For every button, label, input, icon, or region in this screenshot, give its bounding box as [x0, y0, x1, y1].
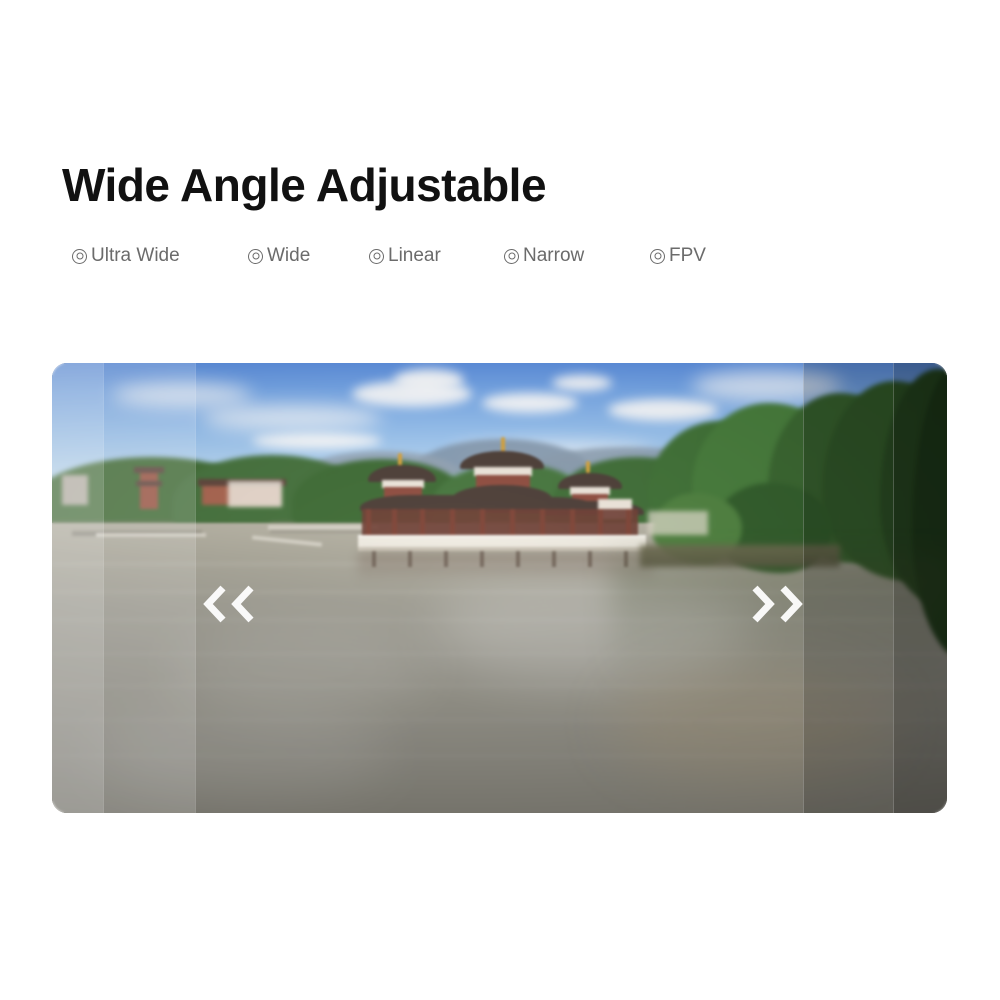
fov-mode-fpv[interactable]: FPV	[650, 241, 706, 271]
target-circle-icon	[369, 248, 384, 264]
page-title: Wide Angle Adjustable	[62, 159, 547, 211]
target-circle-icon	[504, 248, 519, 264]
fov-mode-linear[interactable]: Linear	[369, 241, 441, 271]
fov-mode-wide[interactable]: Wide	[248, 241, 310, 271]
target-circle-icon	[650, 248, 665, 264]
fov-mode-list: Ultra Wide Wide Linear Narrow FPV	[72, 241, 772, 271]
fov-mode-label: Ultra Wide	[91, 245, 180, 266]
fov-mode-label: Wide	[267, 245, 311, 266]
fov-mode-label: FPV	[669, 245, 706, 266]
previous-fov-button[interactable]	[192, 578, 266, 630]
chevron-right-icon	[780, 585, 803, 623]
chevron-left-icon	[203, 585, 226, 623]
target-circle-icon	[248, 248, 263, 264]
next-fov-button[interactable]	[740, 578, 814, 630]
chevron-left-icon	[231, 585, 254, 623]
fov-mode-narrow[interactable]: Narrow	[504, 241, 584, 271]
fov-mode-ultra-wide[interactable]: Ultra Wide	[72, 241, 180, 271]
target-circle-icon	[72, 248, 87, 264]
fov-mode-label: Narrow	[523, 245, 585, 266]
fov-mode-label: Linear	[388, 245, 441, 266]
chevron-right-icon	[752, 585, 775, 623]
